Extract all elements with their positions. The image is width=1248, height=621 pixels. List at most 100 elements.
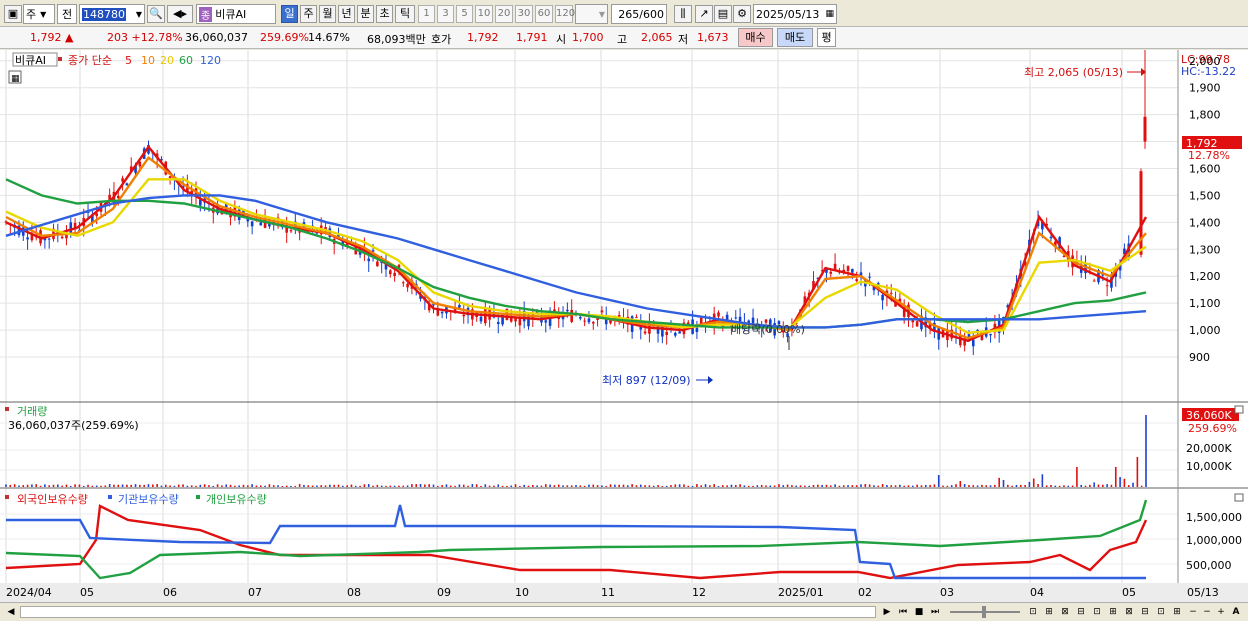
volume-bar [1015, 484, 1018, 487]
volume-bar [363, 484, 366, 487]
scroll-right-icon[interactable]: ▶ [880, 605, 894, 619]
candle-body [583, 320, 586, 322]
sell-button[interactable]: 매도 [777, 28, 813, 47]
volume-bar [493, 485, 495, 487]
price-y-tick: 1,400 [1189, 216, 1221, 229]
font-size-icon[interactable]: A [1229, 605, 1243, 619]
plus-icon[interactable]: + [1214, 605, 1228, 619]
tool-icon[interactable]: ⊡ [1026, 605, 1040, 619]
volume-bar [968, 485, 970, 487]
volume-bar [1119, 477, 1121, 487]
gear-icon[interactable]: ⚙ [733, 5, 751, 23]
scroll-track[interactable] [20, 606, 876, 618]
date-input[interactable]: 2025/05/13 ▦ [753, 4, 837, 24]
volume-bar [683, 484, 685, 487]
volume-bar [765, 485, 767, 487]
volume-bar [354, 485, 357, 487]
code-input[interactable]: 148780 ▼ [79, 4, 145, 24]
period-month[interactable]: 월 [319, 5, 336, 23]
volume-bar [812, 485, 815, 487]
price-y-tick: 1,900 [1189, 82, 1221, 95]
buy-button[interactable]: 매수 [738, 28, 773, 47]
chevron-down-icon: ▼ [598, 9, 605, 19]
period-year[interactable]: 년 [338, 5, 355, 23]
search-icon[interactable]: 🔍 [147, 5, 165, 23]
indicator-icon[interactable]: ↗ [695, 5, 713, 23]
speaker-icon[interactable]: ◀▸ [167, 5, 193, 23]
period-tick[interactable]: 틱 [395, 5, 415, 23]
period-day[interactable]: 일 [281, 5, 298, 23]
current-price: 1,792 ▲ [30, 31, 74, 44]
price-y-tick: 1,100 [1189, 297, 1221, 310]
candle-body [289, 230, 293, 232]
save-icon[interactable]: ▤ [714, 5, 732, 23]
volume-bar [501, 485, 504, 487]
tool-icon[interactable]: ⊞ [1170, 605, 1184, 619]
volume-bar [264, 485, 266, 487]
tool-icon[interactable]: ⊡ [1090, 605, 1104, 619]
volume-bar [9, 484, 12, 487]
interval-10[interactable]: 10 [475, 5, 493, 23]
volume-bar [601, 485, 603, 487]
candle-body [462, 314, 466, 317]
candle-body [889, 292, 893, 294]
volume-bar [22, 485, 25, 487]
tool-icon[interactable]: ⊡ [1154, 605, 1168, 619]
volume-bar [1019, 484, 1022, 487]
volume-bar [294, 485, 297, 487]
prev-button[interactable]: 전 [57, 4, 77, 24]
x-tick-label: 12 [692, 586, 706, 599]
volume-bar [1063, 485, 1065, 487]
zoom-out-icon[interactable]: − [1186, 605, 1200, 619]
volume-bar [894, 485, 897, 487]
tool-icon[interactable]: ⊠ [1122, 605, 1136, 619]
fast-forward-icon[interactable]: ⏭ [928, 605, 942, 619]
chart-canvas[interactable]: 비큐AI 종가 단순 5 10 20 60 120 ▦ LC:99.78 HC:… [0, 43, 1248, 603]
market-select[interactable]: 주 ▼ [23, 4, 55, 24]
tool-icon[interactable]: ⊠ [1058, 605, 1072, 619]
volume-bar [717, 485, 720, 487]
volume-bar [510, 485, 513, 487]
interval-custom-select[interactable]: ▼ [575, 4, 608, 24]
period-second[interactable]: 초 [376, 5, 393, 23]
volume-bar [1041, 474, 1044, 487]
interval-1[interactable]: 1 [418, 5, 435, 23]
stock-name-box[interactable]: 종 비큐AI [196, 4, 276, 24]
volume-bar [959, 480, 962, 487]
candle-body [643, 331, 647, 334]
window-menu-icon[interactable]: ▣ [4, 5, 22, 23]
panel-max-icon[interactable] [1234, 493, 1244, 502]
volume-bar [238, 485, 240, 487]
period-minute[interactable]: 분 [357, 5, 374, 23]
scroll-left-icon[interactable]: ◀ [4, 605, 18, 619]
x-tick-label: 2024/04 [6, 586, 52, 599]
interval-5[interactable]: 5 [456, 5, 473, 23]
avg-button[interactable]: 평 [817, 28, 836, 47]
volume-bar [519, 485, 521, 487]
volume-bar [190, 485, 193, 487]
interval-20[interactable]: 20 [495, 5, 513, 23]
tool-icon[interactable]: ⊟ [1074, 605, 1088, 619]
tool-icon[interactable]: ⊞ [1042, 605, 1056, 619]
stop-icon[interactable]: ■ [912, 605, 926, 619]
count-input[interactable]: 265/600 [611, 4, 667, 24]
candle-body [971, 339, 975, 347]
chart-area[interactable]: 비큐AI 종가 단순 5 10 20 60 120 ▦ LC:99.78 HC:… [0, 43, 1248, 603]
volume-pct: 259.69% [260, 31, 309, 44]
interval-3[interactable]: 3 [437, 5, 454, 23]
candle-body [116, 195, 120, 199]
volume-bar [87, 484, 89, 487]
minus-icon[interactable]: − [1200, 605, 1214, 619]
tool-icon[interactable]: ⊟ [1138, 605, 1152, 619]
zoom-slider-handle[interactable] [982, 606, 986, 618]
candle-type-icon[interactable]: ⫼ [674, 5, 692, 23]
rewind-icon[interactable]: ⏮ [896, 605, 910, 619]
interval-30[interactable]: 30 [515, 5, 533, 23]
period-week[interactable]: 주 [300, 5, 317, 23]
volume-bar [665, 485, 668, 487]
panel-max-icon[interactable] [1234, 405, 1244, 414]
tool-icon[interactable]: ⊞ [1106, 605, 1120, 619]
interval-60[interactable]: 60 [535, 5, 553, 23]
interval-120[interactable]: 120 [555, 5, 575, 23]
volume-bar [281, 485, 284, 487]
